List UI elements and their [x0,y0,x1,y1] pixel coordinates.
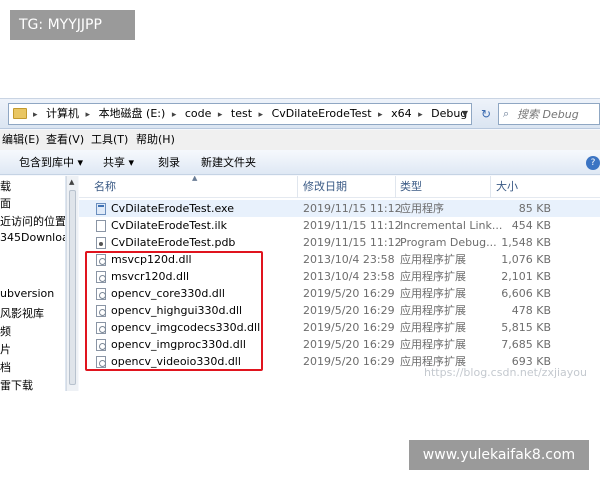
file-date: 2019/5/20 16:29 [303,321,395,334]
file-type: 应用程序扩展 [400,253,466,266]
dll-highlight-box [85,251,263,371]
file-date: 2019/11/15 11:12 [303,202,402,215]
help-icon[interactable]: ? [586,156,600,170]
nav-item-recent-places[interactable]: 近访问的位置 [0,213,65,229]
include-in-library-button[interactable]: 包含到库中 ▾ [19,150,83,175]
file-date: 2019/5/20 16:29 [303,355,395,368]
column-divider[interactable] [395,176,396,198]
breadcrumb-item-code[interactable]: code [185,107,212,120]
command-bar: 包含到库中 ▾ 共享 ▾ 刻录 新建文件夹 ? [0,150,600,175]
search-box[interactable]: ⌕ [498,103,600,125]
column-header-name[interactable]: 名称 [94,176,116,198]
file-date: 2019/5/20 16:29 [303,304,395,317]
breadcrumb-item-computer[interactable]: 计算机 [46,107,79,120]
search-input[interactable] [517,106,599,122]
navigation-pane: 载 面 近访问的位置 345Downloads ubversion 风影视库 频… [0,176,66,391]
watermark-bottom: www.yulekaifak8.com [409,440,589,470]
breadcrumb-item-x64[interactable]: x64 [391,107,412,120]
nav-item-pictures[interactable]: 片 [0,341,11,357]
file-row[interactable]: CvDilateErodeTest.pdb 2019/11/15 11:12 P… [79,234,600,251]
file-type: 应用程序扩展 [400,287,466,300]
column-header-type[interactable]: 类型 [400,176,422,198]
file-type: Program Debug... [400,236,497,249]
file-size: 7,685 KB [501,338,551,351]
file-date: 2019/11/15 11:12 [303,236,402,249]
new-folder-button[interactable]: 新建文件夹 [201,150,256,175]
file-date: 2019/11/15 11:12 [303,219,402,232]
search-icon: ⌕ [503,107,510,120]
menu-edit[interactable]: 编辑(E) [2,130,40,150]
column-header-row: ▲ 名称 修改日期 类型 大小 [79,176,600,198]
nav-item-subversion[interactable]: ubversion [0,287,54,300]
breadcrumb-separator-icon: ▸ [418,110,423,120]
exe-file-icon [96,203,106,215]
file-type: Incremental Link... [400,219,503,232]
file-type: 应用程序 [400,202,444,215]
file-icon [96,220,106,232]
breadcrumb-separator-icon: ▸ [378,110,383,120]
breadcrumb-item-drive[interactable]: 本地磁盘 (E:) [99,107,166,120]
nav-item-downloads[interactable]: 载 [0,178,11,194]
file-date: 2013/10/4 23:58 [303,253,395,266]
scrollbar-thumb[interactable] [69,190,76,385]
nav-item-2345-downloads[interactable]: 345Downloads [0,231,65,244]
folder-icon [13,108,27,119]
file-type: 应用程序扩展 [400,304,466,317]
file-size: 1,076 KB [501,253,551,266]
file-size: 85 KB [518,202,551,215]
breadcrumb-separator-icon: ▸ [171,110,177,120]
burn-button[interactable]: 刻录 [158,150,180,175]
sort-caret-icon: ▲ [192,176,198,182]
file-row[interactable]: CvDilateErodeTest.exe 2019/11/15 11:12 应… [79,200,600,217]
navigation-scrollbar[interactable]: ▲ [66,176,78,391]
nav-item-desktop[interactable]: 面 [0,195,11,211]
breadcrumb-separator-icon: ▸ [258,110,264,120]
nav-item-documents[interactable]: 档 [0,359,11,375]
watermark-top: TG: MYYJJPP [10,10,135,40]
pdb-file-icon [96,237,106,249]
nav-item-thunder-downloads[interactable]: 雷下载 [0,377,33,391]
breadcrumb-item-project[interactable]: CvDilateErodeTest [272,107,372,120]
file-size: 1,548 KB [501,236,551,249]
file-type: 应用程序扩展 [400,321,466,334]
chevron-down-icon[interactable]: ▼ [462,109,468,118]
menu-tools[interactable]: 工具(T) [91,130,128,150]
file-type: 应用程序扩展 [400,338,466,351]
column-divider[interactable] [297,176,298,198]
file-size: 2,101 KB [501,270,551,283]
breadcrumb: ▸ 计算机 ▸ 本地磁盘 (E:) ▸ code ▸ test ▸ CvDila… [33,104,470,124]
file-name: CvDilateErodeTest.exe [111,202,234,215]
file-type: 应用程序扩展 [400,270,466,283]
file-date: 2019/5/20 16:29 [303,287,395,300]
menu-help[interactable]: 帮助(H) [136,130,175,150]
address-bar: ▸ 计算机 ▸ 本地磁盘 (E:) ▸ code ▸ test ▸ CvDila… [0,99,600,129]
menu-view[interactable]: 查看(V) [46,130,84,150]
blog-watermark: https://blog.csdn.net/zxjiayou [424,366,588,379]
breadcrumb-separator-icon: ▸ [217,110,223,120]
file-size: 454 KB [511,219,551,232]
file-name: CvDilateErodeTest.ilk [111,219,227,232]
breadcrumb-item-test[interactable]: test [231,107,252,120]
file-size: 5,815 KB [501,321,551,334]
breadcrumb-separator-icon: ▸ [33,110,38,120]
file-row[interactable]: CvDilateErodeTest.ilk 2019/11/15 11:12 I… [79,217,600,234]
file-name: CvDilateErodeTest.pdb [111,236,236,249]
nav-item-video-library[interactable]: 风影视库 [0,305,44,321]
nav-item-videos[interactable]: 频 [0,323,11,339]
breadcrumb-separator-icon: ▸ [85,110,91,120]
refresh-icon[interactable]: ↻ [477,104,495,124]
file-size: 6,606 KB [501,287,551,300]
column-header-size[interactable]: 大小 [496,176,518,198]
file-size: 478 KB [511,304,551,317]
share-button[interactable]: 共享 ▾ [103,150,134,175]
column-divider[interactable] [490,176,491,198]
file-date: 2013/10/4 23:58 [303,270,395,283]
scroll-up-icon[interactable]: ▲ [69,178,74,186]
file-date: 2019/5/20 16:29 [303,338,395,351]
column-header-date[interactable]: 修改日期 [303,176,347,198]
menu-bar: 编辑(E) 查看(V) 工具(T) 帮助(H) [0,130,600,150]
screenshot-page: TG: MYYJJPP ▸ 计算机 ▸ 本地磁盘 (E:) ▸ code ▸ t… [0,0,600,480]
address-field[interactable]: ▸ 计算机 ▸ 本地磁盘 (E:) ▸ code ▸ test ▸ CvDila… [8,103,472,125]
